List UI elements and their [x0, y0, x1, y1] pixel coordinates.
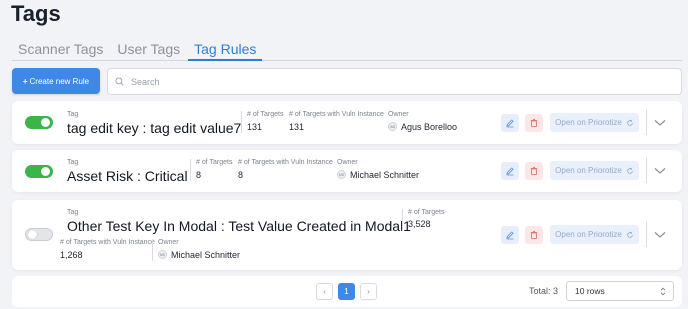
tag-label: Tag — [67, 159, 79, 166]
owner-label: Owner — [337, 159, 358, 166]
edit-button[interactable] — [501, 162, 519, 180]
trash-icon — [530, 118, 538, 127]
open-on-prioritize-button[interactable]: Open on Priorotize — [550, 225, 639, 244]
create-rule-label: Create new Rule — [29, 76, 90, 86]
owner-label: Owner — [388, 111, 409, 118]
targets-vuln-label: # of Targets with Vuln Instance — [289, 111, 384, 118]
owner-name: Agus Borelloo — [401, 122, 458, 132]
open-on-prioritize-button[interactable]: Open on Priorotize — [550, 113, 639, 132]
rule-enabled-toggle[interactable] — [25, 165, 53, 178]
targets-vuln-value: 1,268 — [60, 250, 83, 260]
owner-name: Michael Schnitter — [171, 250, 241, 260]
delete-button[interactable] — [525, 114, 543, 132]
plus-icon: + — [22, 76, 28, 86]
search-box[interactable] — [107, 68, 682, 95]
rule-card: Tag tag edit key : tag edit value7 # of … — [12, 101, 682, 144]
divider — [646, 158, 647, 183]
refresh-icon — [627, 119, 633, 126]
total-count: Total: 3 — [529, 286, 559, 296]
rule-enabled-toggle[interactable] — [25, 228, 53, 241]
tab-tag-rules[interactable]: Tag Rules — [188, 41, 263, 61]
prioritize-label: Open on Priorotize — [555, 230, 622, 239]
targets-value: 8 — [196, 170, 202, 180]
pencil-icon — [506, 119, 514, 128]
targets-label: # of Targets — [408, 209, 445, 216]
targets-vuln-label: # of Targets with Vuln Instance — [60, 239, 155, 246]
divider — [241, 111, 242, 133]
tab-scanner-tags[interactable]: Scanner Tags — [12, 41, 109, 61]
owner-name: Michael Schnitter — [350, 170, 420, 180]
edit-button[interactable] — [501, 226, 519, 244]
search-input[interactable] — [131, 76, 631, 87]
tag-label: Tag — [67, 209, 79, 216]
sort-arrows-icon — [660, 287, 666, 296]
pencil-icon — [506, 167, 514, 176]
divider — [402, 209, 403, 231]
rule-card: Tag Other Test Key In Modal : Test Value… — [12, 200, 682, 270]
avatar: MS — [158, 250, 167, 259]
search-icon — [115, 77, 124, 86]
rule-card: Tag Asset Risk : Critical # of Targets 8… — [12, 150, 682, 192]
tag-name: Asset Risk : Critical — [67, 168, 188, 184]
trash-icon — [530, 166, 538, 175]
divider — [152, 239, 153, 261]
delete-button[interactable] — [525, 162, 543, 180]
rows-per-page-value: 10 rows — [575, 286, 605, 296]
edit-button[interactable] — [501, 114, 519, 132]
tag-label: Tag — [67, 111, 79, 118]
prev-page-button[interactable]: ‹ — [316, 283, 333, 300]
next-page-button[interactable]: › — [360, 283, 377, 300]
divider — [190, 159, 191, 181]
tag-name: Other Test Key In Modal : Test Value Cre… — [67, 218, 411, 234]
pagination-bar: ‹ 1 › Total: 3 10 rows — [12, 276, 682, 307]
delete-button[interactable] — [525, 226, 543, 244]
chevron-down-icon[interactable] — [654, 119, 666, 127]
rule-enabled-toggle[interactable] — [25, 116, 53, 129]
tab-bar: Scanner Tags User Tags Tag Rules — [12, 41, 682, 61]
create-rule-button[interactable]: + Create new Rule — [12, 68, 100, 94]
tab-user-tags[interactable]: User Tags — [111, 41, 186, 61]
targets-value: 131 — [247, 122, 263, 132]
owner-label: Owner — [158, 239, 179, 246]
divider — [646, 222, 647, 247]
page-1-button[interactable]: 1 — [338, 283, 355, 300]
refresh-icon — [627, 231, 633, 238]
tag-name: tag edit key : tag edit value7 — [67, 120, 242, 136]
refresh-icon — [627, 167, 633, 174]
prioritize-label: Open on Priorotize — [555, 118, 622, 127]
targets-label: # of Targets — [247, 111, 284, 118]
targets-label: # of Targets — [196, 159, 233, 166]
trash-icon — [530, 230, 538, 239]
prioritize-label: Open on Priorotize — [555, 166, 622, 175]
chevron-down-icon[interactable] — [654, 167, 666, 175]
targets-vuln-value: 131 — [289, 122, 305, 132]
rows-per-page-select[interactable]: 10 rows — [566, 281, 674, 301]
page-title: Tags — [11, 1, 61, 26]
avatar: MS — [337, 170, 346, 179]
targets-value: 3,528 — [408, 219, 431, 229]
targets-vuln-value: 8 — [238, 170, 244, 180]
targets-vuln-label: # of Targets with Vuln Instance — [238, 159, 333, 166]
chevron-down-icon[interactable] — [654, 231, 666, 239]
pencil-icon — [506, 231, 514, 240]
divider — [646, 110, 647, 135]
open-on-prioritize-button[interactable]: Open on Priorotize — [550, 161, 639, 180]
avatar: AB — [388, 122, 397, 131]
